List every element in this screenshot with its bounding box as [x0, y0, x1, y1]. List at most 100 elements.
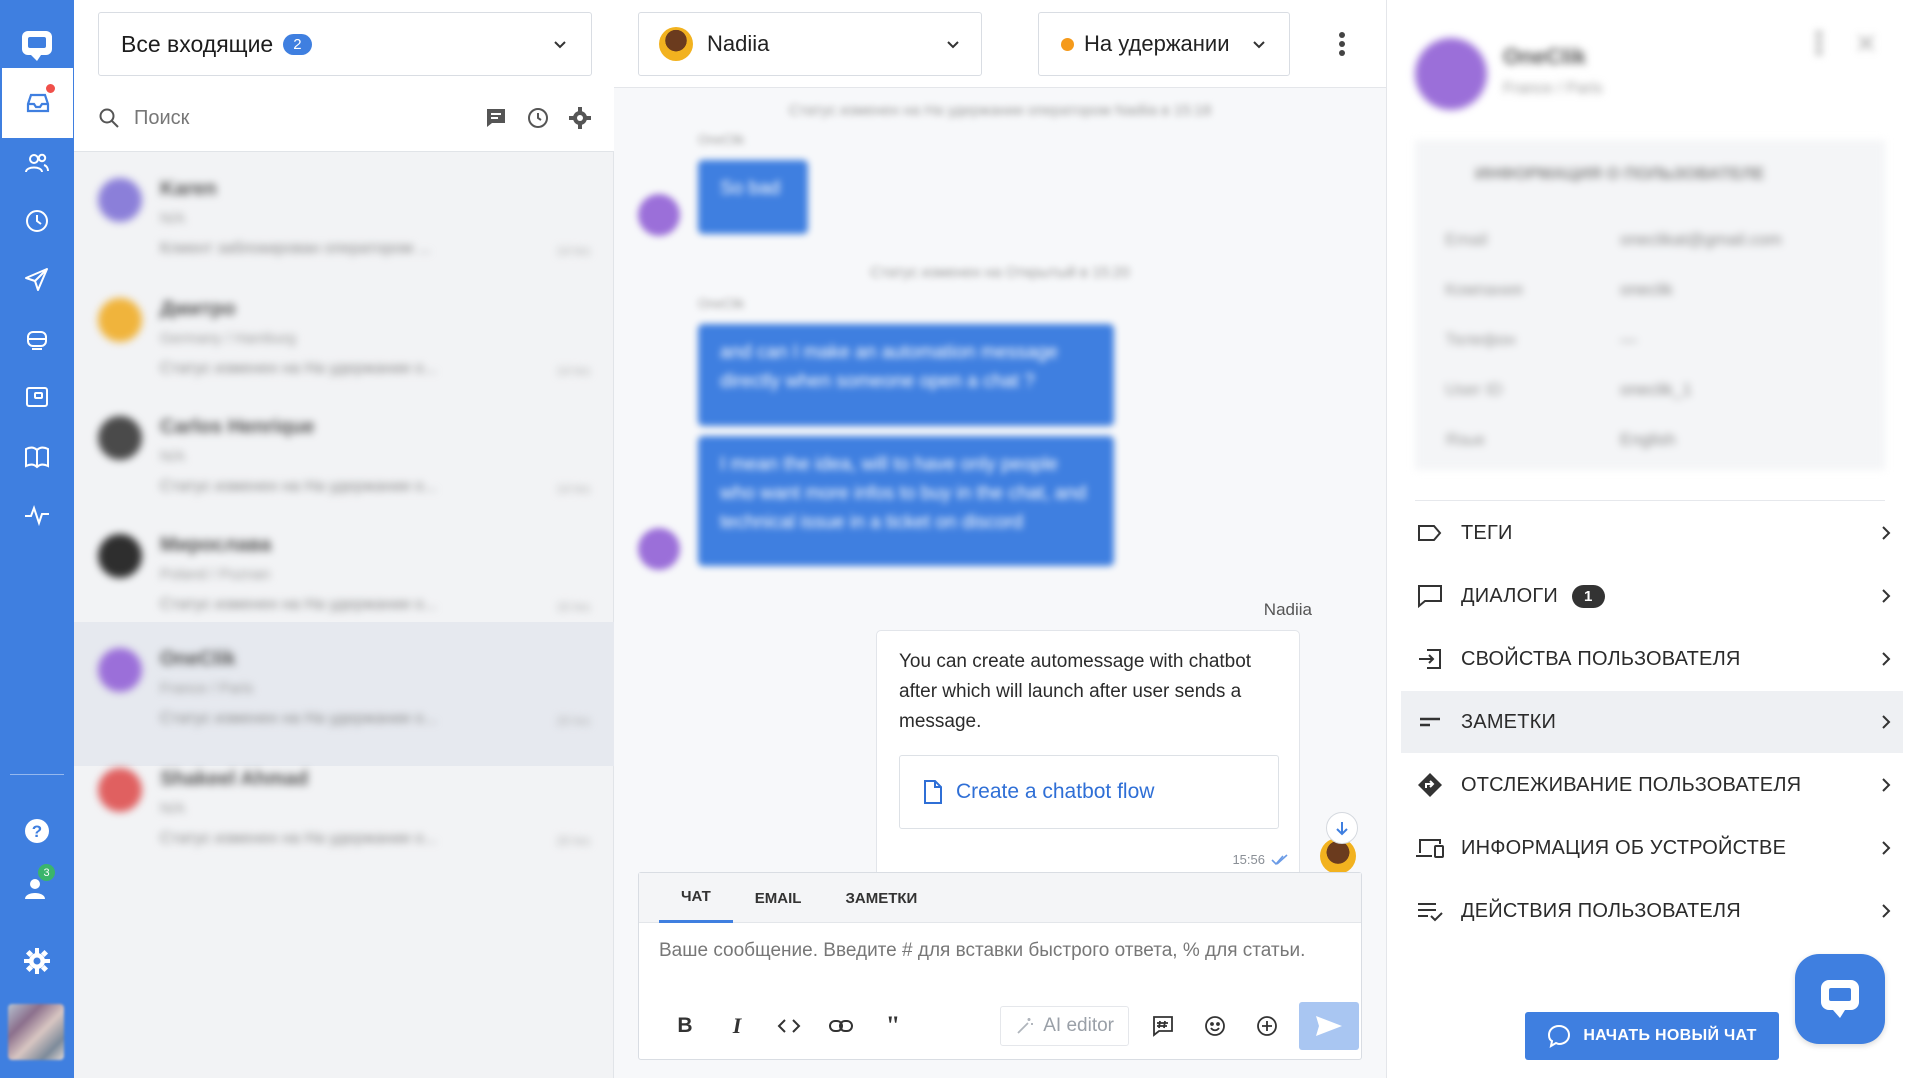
start-new-chat-button[interactable]: НАЧАТЬ НОВЫЙ ЧАТ [1525, 1012, 1779, 1060]
search-input[interactable]: Поиск [134, 107, 189, 130]
nav-item-analytics[interactable] [0, 480, 74, 550]
nav-item-team[interactable]: 3 [0, 854, 74, 924]
chat-widget-launcher[interactable] [1795, 954, 1885, 1044]
section-tags[interactable]: ТЕГИ [1401, 502, 1903, 564]
close-icon[interactable] [1857, 34, 1875, 52]
section-user-actions[interactable]: ДЕЙСТВИЯ ПОЛЬЗОВАТЕЛЯ [1401, 880, 1903, 942]
list-check-icon [1418, 903, 1443, 922]
search-row: Поиск [98, 96, 592, 140]
section-label: ТЕГИ [1461, 521, 1513, 544]
status-select[interactable]: На удержании [1038, 12, 1290, 76]
avatar [98, 648, 142, 692]
svg-text:?: ? [32, 822, 42, 841]
system-message: Статус изменен на Открытый в 15:20 [870, 264, 1130, 281]
plus-circle-icon [1257, 1016, 1277, 1036]
send-button[interactable] [1299, 1002, 1359, 1050]
chevron-right-icon [1882, 904, 1891, 918]
clock-icon[interactable] [526, 106, 550, 130]
dialogs-count-badge: 1 [1572, 584, 1605, 608]
current-user-avatar[interactable] [8, 1004, 64, 1060]
chevron-down-icon [554, 41, 566, 49]
composer-tabs: ЧАТ EMAIL ЗАМЕТКИ [639, 873, 1361, 923]
attach-button[interactable] [1241, 1003, 1293, 1049]
more-options-icon[interactable] [1328, 26, 1356, 62]
app-root: ? 3 Все входящие 2 Поиск Karen N/A Клиен… [0, 0, 1915, 1078]
ai-editor-label: AI editor [1043, 1015, 1114, 1036]
conversation-name: Мирослава [160, 534, 272, 556]
chevron-down-icon [947, 41, 959, 49]
message-history: Статус изменен на На удержании операторо… [614, 88, 1386, 588]
conversation-item[interactable]: Shakeel Ahmad N/A Статус изменен на На у… [74, 742, 614, 886]
scroll-down-button[interactable] [1326, 812, 1358, 844]
avatar [1415, 38, 1487, 110]
note-icon [1420, 717, 1440, 727]
section-device-info[interactable]: ИНФОРМАЦИЯ ОБ УСТРОЙСТВЕ [1401, 817, 1903, 879]
chevron-right-icon [1882, 841, 1891, 855]
message-input[interactable]: Ваше сообщение. Введите # для вставки бы… [659, 937, 1319, 964]
more-options-icon[interactable] [1815, 30, 1823, 56]
tab-email[interactable]: EMAIL [733, 873, 824, 923]
chevron-right-icon [1882, 715, 1891, 729]
inbox-filter-select[interactable]: Все входящие 2 [98, 12, 592, 76]
nav-divider [10, 774, 64, 775]
section-dialogs[interactable]: ДИАЛОГИ 1 [1401, 565, 1903, 627]
login-icon [1419, 649, 1441, 669]
avatar [98, 298, 142, 342]
conversation-location: Poland / Poznan [160, 566, 271, 583]
bold-button[interactable]: B [659, 1003, 711, 1049]
conversation-preview: Статус изменен на На удержании о... [160, 596, 437, 613]
tab-notes[interactable]: ЗАМЕТКИ [823, 873, 939, 923]
smile-icon [1205, 1016, 1225, 1036]
code-button[interactable] [763, 1003, 815, 1049]
section-label: ОТСЛЕЖИВАНИЕ ПОЛЬЗОВАТЕЛЯ [1461, 773, 1802, 796]
quick-reply-button[interactable] [1137, 1003, 1189, 1049]
help-icon: ? [25, 819, 49, 843]
message-time: 15:56 [1232, 852, 1289, 867]
avatar [659, 27, 693, 61]
composer-toolbar: B I " AI editor [659, 1002, 1359, 1050]
app-logo-icon[interactable] [13, 22, 61, 70]
field-label: Телефон [1445, 330, 1516, 349]
chevron-right-icon [1882, 652, 1891, 666]
field-label: User ID [1445, 380, 1503, 399]
conversation-name: Carlos Henrique [160, 416, 315, 438]
conversation-preview: Клиент заблокирован оператором ... [160, 240, 431, 257]
section-label: ДЕЙСТВИЯ ПОЛЬЗОВАТЕЛЯ [1461, 899, 1741, 922]
ai-editor-button[interactable]: AI editor [1000, 1006, 1129, 1046]
create-chatbot-flow-button[interactable]: Create a chatbot flow [899, 755, 1279, 829]
robot-icon [27, 331, 47, 350]
unread-dot [44, 82, 57, 95]
assignee-select[interactable]: Nadiia [638, 12, 982, 76]
info-header: ИНФОРМАЦИЯ О ПОЛЬЗОВАТЕЛЕ [1475, 164, 1765, 183]
sender-label: OneClik [698, 132, 745, 147]
chat-widget-icon [1821, 980, 1859, 1018]
link-button[interactable] [815, 1003, 867, 1049]
status-label: На удержании [1084, 31, 1230, 56]
conversation-name: Karen [160, 178, 217, 200]
document-icon [924, 780, 942, 804]
create-chatbot-flow-label: Create a chatbot flow [956, 780, 1155, 803]
chevron-right-icon [1882, 589, 1891, 603]
quick-replies-icon[interactable] [484, 106, 508, 130]
system-message: Статус изменен на На удержании операторо… [788, 102, 1212, 119]
avatar [98, 768, 142, 812]
inbox-count-badge: 2 [283, 33, 312, 55]
quote-button[interactable]: " [867, 1003, 919, 1049]
avatar [98, 534, 142, 578]
section-notes[interactable]: ЗАМЕТКИ [1401, 691, 1903, 753]
emoji-button[interactable] [1189, 1003, 1241, 1049]
send-icon [1316, 1016, 1342, 1036]
nav-item-settings[interactable] [0, 926, 74, 996]
conversation-preview: Статус изменен на На удержании о... [160, 360, 437, 377]
gear-icon[interactable] [568, 106, 592, 130]
italic-button[interactable]: I [711, 1003, 763, 1049]
pulse-icon [25, 505, 49, 527]
section-user-tracking[interactable]: ОТСЛЕЖИВАНИЕ ПОЛЬЗОВАТЕЛЯ [1401, 754, 1903, 816]
search-icon [99, 108, 119, 128]
tab-chat[interactable]: ЧАТ [659, 873, 733, 923]
section-label: ЗАМЕТКИ [1461, 710, 1557, 733]
section-user-properties[interactable]: СВОЙСТВА ПОЛЬЗОВАТЕЛЯ [1401, 628, 1903, 690]
agent-sender-label: Nadiia [1263, 600, 1312, 619]
users-icon [25, 153, 49, 173]
conversation-location: N/A [160, 210, 186, 227]
